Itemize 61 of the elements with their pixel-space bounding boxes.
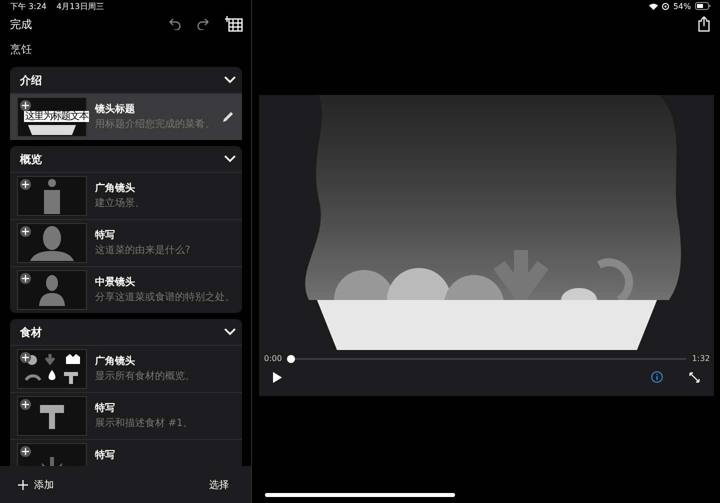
section-title: 概览 [20,152,42,166]
current-time: 0:00 [264,354,282,363]
add-clip-button[interactable] [225,16,243,32]
add-icon[interactable] [20,446,31,457]
plus-icon[interactable] [18,480,28,490]
add-icon[interactable] [20,352,31,363]
shot-row[interactable]: 广角镜头 显示所有食材的概览。 [10,345,242,392]
add-icon[interactable] [20,226,31,237]
status-time: 下午 3:24 [10,0,47,12]
shot-description: 这道菜的由来是什么? [95,244,192,256]
redo-button[interactable] [197,18,209,30]
orientation-lock-icon [662,2,670,10]
shot-name: 镜头标题 [95,102,136,116]
pencil-icon[interactable] [222,111,234,123]
expand-button[interactable] [689,372,700,382]
battery-icon [695,2,711,10]
shot-description: 展示和描述食材 #1。 [95,416,194,430]
section-header[interactable]: 介绍 [10,67,242,93]
chevron-icon [224,328,236,336]
add-icon[interactable] [20,273,31,284]
share-button[interactable] [698,16,710,32]
section-header[interactable]: 食材 [10,319,242,345]
total-time: 1:32 [692,354,710,363]
shot-row[interactable]: 特写 展示和描述食材 #1。 [10,392,242,439]
add-icon[interactable] [20,100,31,111]
person-silhouette-icon [37,274,67,306]
person-silhouette-icon [42,178,62,214]
shot-description: 建立场景。 [95,196,146,210]
battery-percentage: 54% [673,2,691,10]
shot-row[interactable]: 特写 这道菜的由来是什么? [10,219,242,266]
done-button[interactable]: 完成 [10,16,32,32]
shot-description: 用标题介绍您完成的菜肴。 [95,118,214,130]
shot-name: 特写 [95,448,116,462]
section-title: 介绍 [20,72,42,88]
chevron-icon [224,76,236,84]
project-title: 烹饪 [9,42,33,58]
select-button[interactable]: 选择 [209,478,229,492]
shot-row[interactable]: 广角镜头 建立场景。 [10,172,242,219]
person-silhouette-icon [30,225,74,261]
shot-row[interactable]: 中景镜头 分享这道菜或食谱的特别之处。 [10,266,242,313]
scrubber-thumb[interactable] [286,354,295,362]
section-header[interactable]: 概览 [10,146,242,172]
play-button[interactable] [273,372,282,382]
bowl-icon [28,125,76,135]
shot-description: 显示所有食材的概览。 [95,370,196,382]
undo-button[interactable] [169,18,181,30]
shot-name: 特写 [95,402,116,414]
shot-name: 广角镜头 [95,354,136,368]
shot-name: 广角镜头 [95,181,136,194]
add-icon[interactable] [20,179,31,190]
shot-name: 特写 [95,228,116,242]
wifi-icon [649,2,658,10]
chevron-icon [224,155,236,163]
shot-description: 分享这道菜或食谱的特别之处。 [95,290,234,304]
status-date: 4月13日周三 [56,0,104,12]
add-icon[interactable] [20,399,31,410]
section-title: 食材 [20,324,42,340]
thumbnail-title-text: 这里为标题文本 [24,111,89,122]
info-button[interactable] [651,371,663,383]
add-button[interactable]: 添加 [34,478,54,492]
shot-name: 中景镜头 [95,276,136,288]
